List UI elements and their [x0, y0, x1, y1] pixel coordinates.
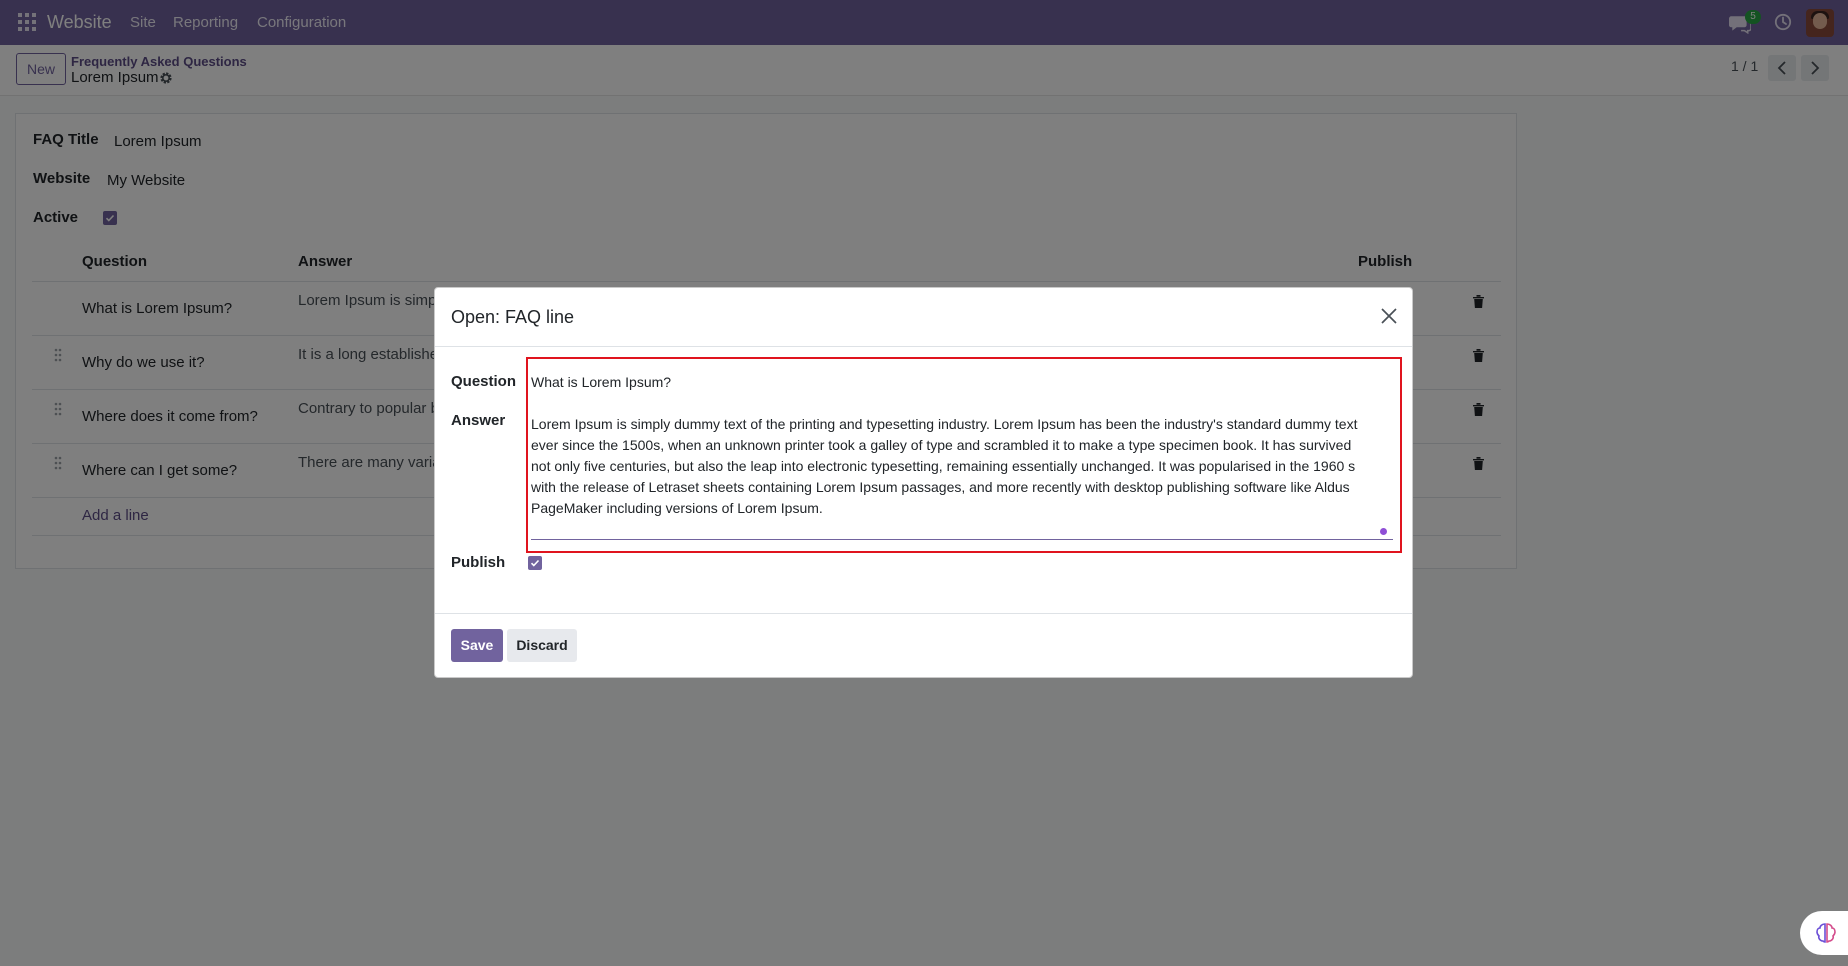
checkmark-icon [530, 559, 540, 567]
discard-button[interactable]: Discard [507, 629, 577, 662]
close-icon[interactable] [1381, 308, 1397, 324]
publish-label: Publish [451, 554, 506, 571]
question-label: Question [451, 373, 517, 390]
answer-label: Answer [451, 412, 506, 429]
divider [435, 613, 1412, 614]
grammar-dot-icon[interactable] [1380, 528, 1387, 535]
answer-editor[interactable]: Lorem Ipsum is simply dummy text of the … [531, 414, 1361, 519]
divider [435, 346, 1412, 347]
answer-underline [531, 539, 1393, 540]
question-input[interactable]: What is Lorem Ipsum? [531, 374, 671, 390]
save-button[interactable]: Save [451, 629, 503, 662]
dialog-title: Open: FAQ line [451, 307, 575, 327]
faq-line-dialog: Open: FAQ line Question Answer What is L… [434, 287, 1413, 678]
assistant-bubble[interactable] [1800, 911, 1848, 955]
brain-icon [1816, 923, 1836, 943]
publish-checkbox[interactable] [528, 556, 542, 570]
